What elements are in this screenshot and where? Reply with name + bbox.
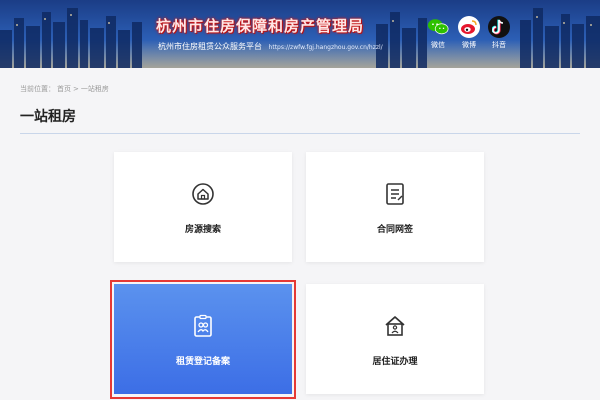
breadcrumb-prefix: 当前位置： xyxy=(20,85,55,93)
breadcrumb-separator: > xyxy=(73,85,79,93)
wechat-label: 微信 xyxy=(431,41,445,49)
weibo-label: 微博 xyxy=(462,41,476,49)
selection-highlight xyxy=(110,280,296,399)
breadcrumb: 当前位置： 首页 > 一站租房 xyxy=(20,84,111,94)
residence-permit-card[interactable]: 居住证办理 xyxy=(306,284,484,394)
residence-permit-label: 居住证办理 xyxy=(372,357,418,367)
douyin-icon xyxy=(488,16,510,38)
house-search-icon xyxy=(192,183,214,205)
platform-name: 杭州市住房租赁公众服务平台 xyxy=(158,42,262,51)
douyin-link[interactable]: 抖音 xyxy=(486,16,512,50)
douyin-label: 抖音 xyxy=(492,41,506,49)
house-search-label: 房源搜索 xyxy=(184,225,221,235)
page-title: 一站租房 xyxy=(20,109,76,125)
site-title: 杭州市住房保障和房产管理局 xyxy=(156,17,365,35)
site-url: https://zwfw.fgj.hangzhou.gov.cn/hzzl/ xyxy=(268,44,383,51)
title-divider xyxy=(20,133,580,134)
contract-icon xyxy=(386,183,404,205)
weibo-link[interactable]: 微博 xyxy=(456,16,482,50)
site-subtitle: 杭州市住房租赁公众服务平台 https://zwfw.fgj.hangzhou.… xyxy=(158,41,383,52)
wechat-icon xyxy=(427,16,449,38)
header-banner: 杭州市住房保障和房产管理局 杭州市住房租赁公众服务平台 https://zwfw… xyxy=(0,0,600,68)
contract-signing-card[interactable]: 合同网签 xyxy=(306,152,484,262)
residence-permit-icon xyxy=(385,316,405,336)
contract-signing-label: 合同网签 xyxy=(376,225,413,235)
house-search-card[interactable]: 房源搜索 xyxy=(114,152,292,262)
breadcrumb-current: 一站租房 xyxy=(80,85,109,93)
weibo-icon xyxy=(458,16,480,38)
wechat-link[interactable]: 微信 xyxy=(425,16,451,50)
breadcrumb-home-link[interactable]: 首页 xyxy=(57,85,71,93)
